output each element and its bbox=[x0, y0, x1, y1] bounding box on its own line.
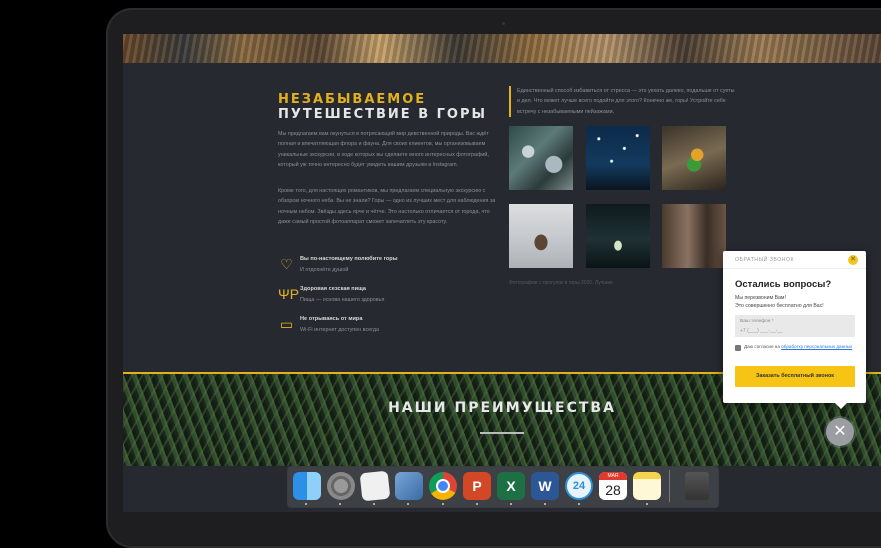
feature-title: Не отрываясь от мира bbox=[300, 316, 363, 322]
order-call-button[interactable]: Заказать бесплатный звонок bbox=[735, 366, 855, 387]
calendar-day: 28 bbox=[605, 482, 621, 498]
popup-subtitle: Мы перезвоним Вам! Это совершенно беспла… bbox=[735, 294, 860, 310]
gallery-photo-lake[interactable] bbox=[509, 126, 573, 190]
close-chat-button[interactable]: ✕ bbox=[826, 418, 854, 446]
notes-icon[interactable] bbox=[633, 472, 661, 500]
feature-item: ♡ Вы по-настоящему полюбите горы И отдох… bbox=[278, 256, 498, 280]
clock-icon[interactable]: 24 bbox=[565, 472, 593, 500]
dock-separator bbox=[669, 470, 670, 502]
popup-title: Остались вопросы? bbox=[735, 279, 832, 290]
fork-knife-icon: ΨP bbox=[278, 286, 300, 302]
system-preferences-icon[interactable] bbox=[327, 472, 355, 500]
popup-subtitle-line: Это совершенно бесплатно для Вас! bbox=[735, 303, 824, 309]
section-title-line1: НЕЗАБЫВАЕМОЕ bbox=[278, 92, 427, 107]
section-title-line2: ПУТЕШЕСТВИЕ В ГОРЫ bbox=[278, 107, 487, 122]
running-indicator bbox=[476, 503, 478, 505]
powerpoint-icon[interactable]: P bbox=[463, 472, 491, 500]
quote-block: Единственный способ избавиться от стресс… bbox=[509, 86, 737, 118]
running-indicator bbox=[510, 503, 512, 505]
running-indicator bbox=[442, 503, 444, 505]
feature-subtitle: Wi-Fi интернет доступен всегда bbox=[300, 327, 380, 333]
popup-header-label: ОБРАТНЫЙ ЗВОНОК bbox=[735, 257, 795, 263]
feature-title: Вы по-настоящему полюбите горы bbox=[300, 256, 398, 262]
phone-placeholder: +7 (___) ___-__-__ bbox=[740, 328, 783, 334]
consent-label: Даю согласие на bbox=[744, 344, 782, 349]
gallery-photo-snow-animal[interactable] bbox=[509, 204, 573, 268]
gallery-photo-wood[interactable] bbox=[662, 204, 726, 268]
running-indicator bbox=[305, 503, 307, 505]
laptop-icon: ▭ bbox=[279, 316, 294, 332]
gallery-photo-parrot[interactable] bbox=[662, 126, 726, 190]
running-indicator bbox=[407, 503, 409, 505]
title-underline bbox=[480, 432, 524, 434]
callback-popup: ОБРАТНЫЙ ЗВОНОК ✕ Остались вопросы? Мы п… bbox=[723, 251, 866, 409]
calendar-month: MAR bbox=[599, 472, 627, 480]
feature-title: Здоровая сезская пища bbox=[300, 286, 367, 292]
finder-icon[interactable] bbox=[293, 472, 321, 500]
running-indicator bbox=[339, 503, 341, 505]
hero-mountain-image bbox=[123, 34, 881, 63]
feature-subtitle: И отдохнёте душой bbox=[300, 267, 349, 273]
feature-item: ▭ Не отрываясь от мира Wi-Fi интернет до… bbox=[278, 316, 498, 340]
feature-subtitle: Пища — основа нашего здоровья bbox=[300, 297, 385, 303]
gallery-caption: Фотографии с прогулок в горы 2020. Лучши… bbox=[509, 280, 613, 286]
heart-icon: ♡ bbox=[280, 256, 293, 272]
intro-paragraph: Мы предлагаем вам окунуться в потрясающи… bbox=[278, 131, 489, 169]
trash-icon[interactable] bbox=[685, 472, 709, 500]
consent-checkbox[interactable] bbox=[735, 345, 741, 351]
popup-header: ОБРАТНЫЙ ЗВОНОК ✕ bbox=[723, 251, 866, 269]
phone-label: Ваш телефон * bbox=[740, 319, 774, 324]
phone-field[interactable]: Ваш телефон * +7 (___) ___-__-__ bbox=[735, 315, 855, 337]
consent-text: Даю согласие на обработку персональных д… bbox=[744, 344, 856, 351]
running-indicator bbox=[373, 503, 375, 505]
popup-subtitle-line: Мы перезвоним Вам! bbox=[735, 295, 786, 301]
intro-paragraph: Кроме того, для настоящих романтиков, мы… bbox=[278, 188, 496, 226]
chrome-icon[interactable] bbox=[429, 472, 457, 500]
close-icon[interactable]: ✕ bbox=[848, 255, 858, 265]
calendar-icon[interactable]: MAR 28 bbox=[599, 472, 627, 500]
excel-icon[interactable]: X bbox=[497, 472, 525, 500]
preview-icon[interactable] bbox=[395, 472, 423, 500]
textedit-icon[interactable] bbox=[359, 470, 391, 502]
running-indicator bbox=[646, 503, 648, 505]
feature-item: ΨP Здоровая сезская пища Пища — основа н… bbox=[278, 286, 498, 310]
running-indicator bbox=[544, 503, 546, 505]
webcam bbox=[502, 22, 505, 25]
gallery-photo-night-sky[interactable] bbox=[586, 126, 650, 190]
privacy-link[interactable]: обработку персональных данных bbox=[781, 344, 852, 349]
word-icon[interactable]: W bbox=[531, 472, 559, 500]
running-indicator bbox=[578, 503, 580, 505]
gallery-photo-house[interactable] bbox=[586, 204, 650, 268]
